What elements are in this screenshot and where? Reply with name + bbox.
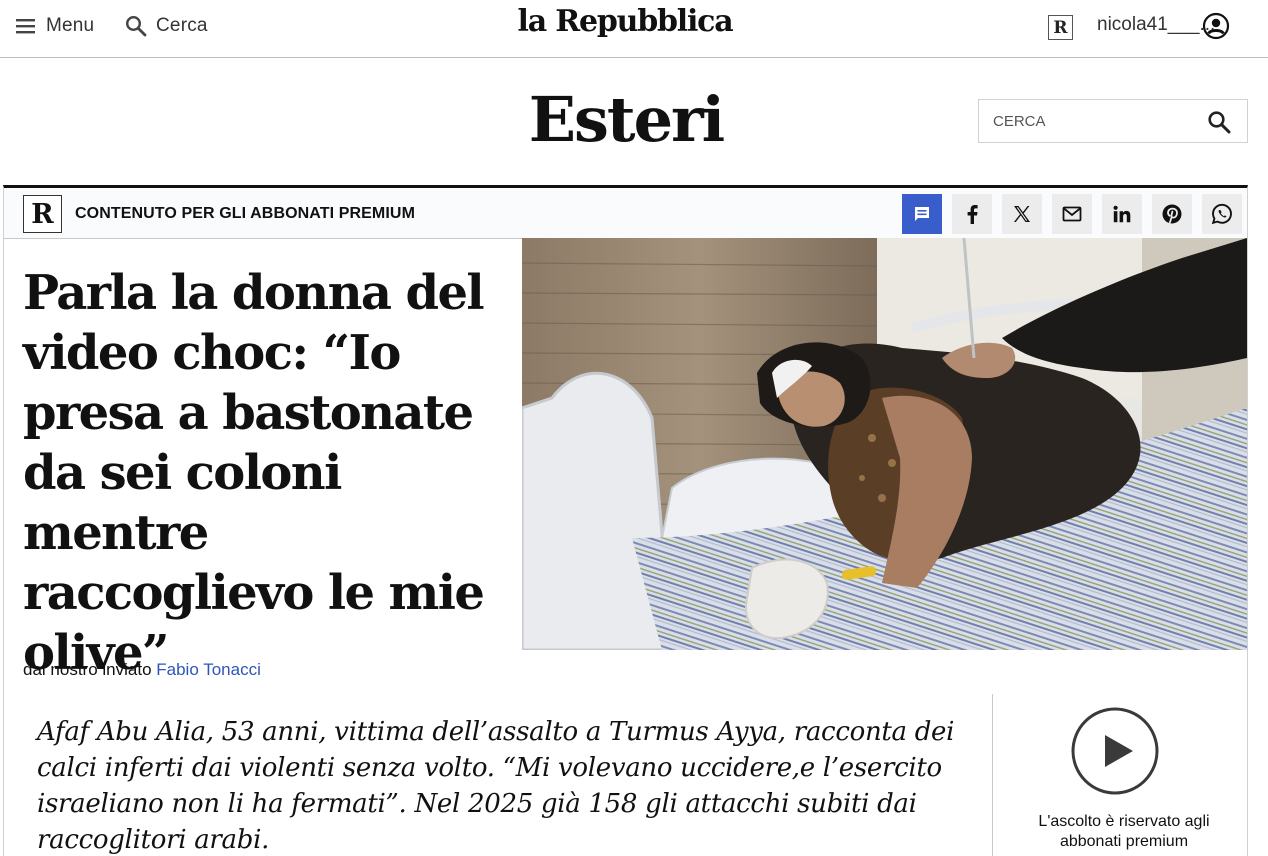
premium-bar: R CONTENUTO PER GLI ABBONATI PREMIUM <box>4 188 1247 239</box>
article: R CONTENUTO PER GLI ABBONATI PREMIUM Par… <box>3 185 1248 856</box>
linkedin-icon <box>1113 205 1131 223</box>
premium-r-badge: R <box>23 195 62 233</box>
audio-restricted-note: L'ascolto è riservato agli abbonati prem… <box>1038 813 1210 850</box>
mail-icon <box>1062 206 1082 222</box>
username[interactable]: nicola41___... <box>1097 14 1215 36</box>
share-whatsapp-button[interactable] <box>1202 194 1242 234</box>
author-link[interactable]: Fabio Tonacci <box>156 660 261 679</box>
share-facebook-button[interactable] <box>952 194 992 234</box>
section-search <box>978 99 1248 143</box>
top-bar: Menu Cerca la Repubblica R nicola41___..… <box>0 0 1268 58</box>
x-icon <box>1014 206 1030 222</box>
pinterest-icon <box>1162 204 1182 224</box>
article-subtitle: Afaf Abu Alia, 53 anni, vittima dell’ass… <box>37 717 955 855</box>
comment-icon <box>915 207 929 221</box>
article-headline: Parla la donna del video choc: “Io presa… <box>23 265 485 681</box>
share-mail-button[interactable] <box>1052 194 1092 234</box>
search-icon[interactable] <box>1207 110 1231 134</box>
article-photo[interactable] <box>522 238 1247 650</box>
comment-button[interactable] <box>902 194 942 234</box>
user-account-icon[interactable] <box>1202 12 1230 40</box>
play-icon[interactable] <box>1071 707 1159 795</box>
facebook-icon <box>967 205 978 224</box>
premium-badge[interactable]: R <box>1048 15 1073 40</box>
article-byline: dal nostro inviato Fabio Tonacci <box>23 660 261 680</box>
hospital-photo-image <box>522 238 1247 650</box>
share-x-button[interactable] <box>1002 194 1042 234</box>
byline-prefix: dal nostro inviato <box>23 660 152 679</box>
whatsapp-icon <box>1211 203 1232 225</box>
share-linkedin-button[interactable] <box>1102 194 1142 234</box>
audio-panel: L'ascolto è riservato agli abbonati prem… <box>992 694 1252 856</box>
premium-label: CONTENUTO PER GLI ABBONATI PREMIUM <box>75 205 415 222</box>
section-search-input[interactable] <box>993 110 1193 132</box>
share-pinterest-button[interactable] <box>1152 194 1192 234</box>
